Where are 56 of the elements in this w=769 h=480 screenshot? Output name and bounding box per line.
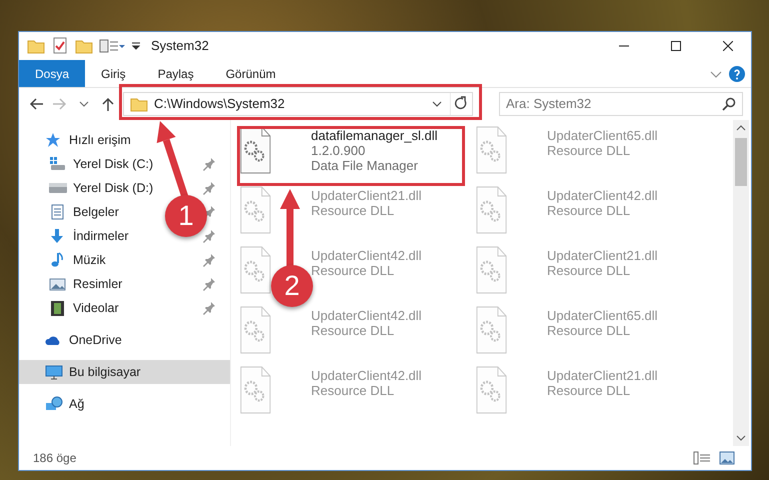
film-icon (49, 300, 67, 316)
details-view-icon[interactable] (693, 451, 711, 465)
view-icon[interactable] (99, 38, 125, 54)
maximize-icon (671, 41, 681, 51)
address-bar[interactable]: C:\Windows\System32 (123, 92, 473, 116)
forward-icon (52, 96, 68, 112)
large-icons-view-icon[interactable] (719, 451, 735, 465)
drive-icon (49, 156, 67, 172)
sidebar-item[interactable]: Yerel Disk (C:) (19, 152, 158, 176)
sidebar-item[interactable]: Bu bilgisayar (19, 360, 145, 384)
scroll-up-icon[interactable] (736, 123, 746, 133)
network-icon (45, 396, 63, 412)
scrollbar-thumb[interactable] (735, 138, 747, 186)
file-detail: Resource DLL (547, 383, 632, 398)
sidebar-item[interactable]: OneDrive (19, 328, 126, 352)
file-detail: Resource DLL (311, 383, 396, 398)
file-detail: Resource DLL (547, 143, 632, 158)
file-detail: Resource DLL (547, 323, 632, 338)
item-count: 186 öge (33, 450, 76, 467)
sidebar-item[interactable]: İndirmeler (19, 224, 133, 248)
ribbon-tab[interactable]: Paylaş (142, 60, 210, 87)
file-detail: Resource DLL (547, 263, 632, 278)
file-detail: Resource DLL (311, 203, 396, 218)
file-detail: 1.2.0.900 (311, 143, 366, 158)
scroll-down-icon[interactable] (736, 433, 746, 443)
dll-file-icon[interactable] (240, 126, 271, 174)
sidebar-item[interactable]: Ağ (19, 392, 88, 416)
file-detail: Resource DLL (311, 323, 396, 338)
window-title: System32 (151, 37, 209, 56)
properties-icon[interactable] (51, 37, 69, 55)
up-icon (100, 96, 116, 112)
ribbon-tab[interactable]: Giriş (85, 60, 142, 87)
new-folder-icon[interactable] (75, 38, 93, 54)
sidebar-item[interactable]: Videolar (19, 296, 123, 320)
scrollbar[interactable] (733, 120, 749, 446)
folder-icon[interactable] (27, 38, 45, 54)
search-icon (722, 97, 736, 111)
sidebar-item[interactable]: Müzik (19, 248, 110, 272)
sidebar-item[interactable]: Resimler (19, 272, 126, 296)
file-detail: Data File Manager (311, 158, 419, 173)
folder-icon (130, 96, 148, 112)
file-name[interactable]: datafilemanager_sl.dll (311, 128, 438, 143)
file-detail: Resource DLL (547, 203, 632, 218)
computer-icon (45, 364, 63, 380)
file-detail: Resource DLL (311, 263, 396, 278)
sidebar-item[interactable]: Hızlı erişim (19, 128, 135, 152)
ribbon-tab[interactable]: Görünüm (210, 60, 292, 87)
ribbon-tab[interactable]: Dosya (19, 60, 86, 87)
drive-icon (49, 180, 67, 196)
back-icon (28, 96, 44, 112)
close-icon (723, 41, 733, 51)
help-icon[interactable] (729, 66, 745, 82)
search-field[interactable]: Ara: System32 (499, 92, 743, 116)
sidebar-item[interactable]: Yerel Disk (D:) (19, 176, 158, 200)
sidebar-item[interactable]: Belgeler (19, 200, 123, 224)
picture-icon (49, 276, 67, 292)
